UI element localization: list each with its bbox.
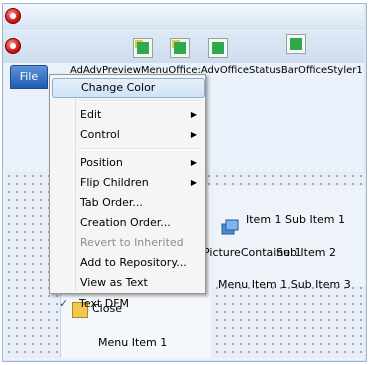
sub-item-3[interactable]: Menu Item 1 Sub Item 3 [218,278,351,291]
menu-item-label: Creation Order... [80,216,171,229]
submenu-arrow-icon: ▶ [190,130,197,139]
menu-item-label: Tab Order... [80,196,143,209]
menu-item-add-to-repository[interactable]: Add to Repository... [52,253,203,273]
menu-separator [78,100,201,102]
menu-item-label: Edit [80,108,102,121]
menu-item-edit[interactable]: Edit ▶ [52,105,203,125]
menu-item-change-color[interactable]: Change Color [52,78,205,98]
menu-item-label: Add to Repository... [80,256,187,269]
file-button[interactable]: File [10,65,48,89]
app-orb-icon[interactable] [5,8,21,24]
menu-item-flip-children[interactable]: Flip Children ▶ [52,173,203,193]
checkmark-icon: ✓ [59,297,69,310]
menu-item-label[interactable]: Menu Item 1 [98,336,167,349]
caption-strip [3,4,364,30]
menu-item-position[interactable]: Position ▶ [52,153,203,173]
ribbon-green-icon[interactable] [170,38,190,58]
menu-item-text-dfm[interactable]: ✓ Text DFM [51,294,202,314]
menu-item-revert-to-inherited: Revert to Inherited [52,233,203,253]
menu-item-tab-order[interactable]: Tab Order... [52,193,203,213]
submenu-arrow-icon: ▶ [190,158,197,167]
menu-item-label: Position [80,156,123,169]
picture-container-label: PictureContainer1 [203,246,302,259]
menu-item-label: Text DFM [79,297,130,310]
menu-item-label: Flip Children [80,176,149,189]
menu-item-control[interactable]: Control ▶ [52,125,203,145]
menu-item-creation-order[interactable]: Creation Order... [52,213,203,233]
ribbon-grid-icon[interactable] [208,38,228,58]
quick-orb-icon[interactable] [5,38,21,54]
menu-item-label: View as Text [80,276,148,289]
submenu-arrow-icon: ▶ [190,110,197,119]
ribbon-status-icon[interactable] [286,34,306,54]
menu-item-label: Revert to Inherited [80,236,184,249]
menu-item-label: Control [80,128,120,141]
picture-container-icon[interactable] [220,218,240,238]
ribbon-picture-icon[interactable] [133,38,153,58]
menu-item-label: Change Color [81,81,156,94]
submenu-arrow-icon: ▶ [190,178,197,187]
menu-separator [78,148,201,150]
sub-item-1[interactable]: Item 1 Sub Item 1 [246,213,345,226]
menu-item-view-as-text[interactable]: View as Text [52,273,203,293]
context-menu: Change Color Edit ▶ Control ▶ Position ▶… [49,74,206,294]
